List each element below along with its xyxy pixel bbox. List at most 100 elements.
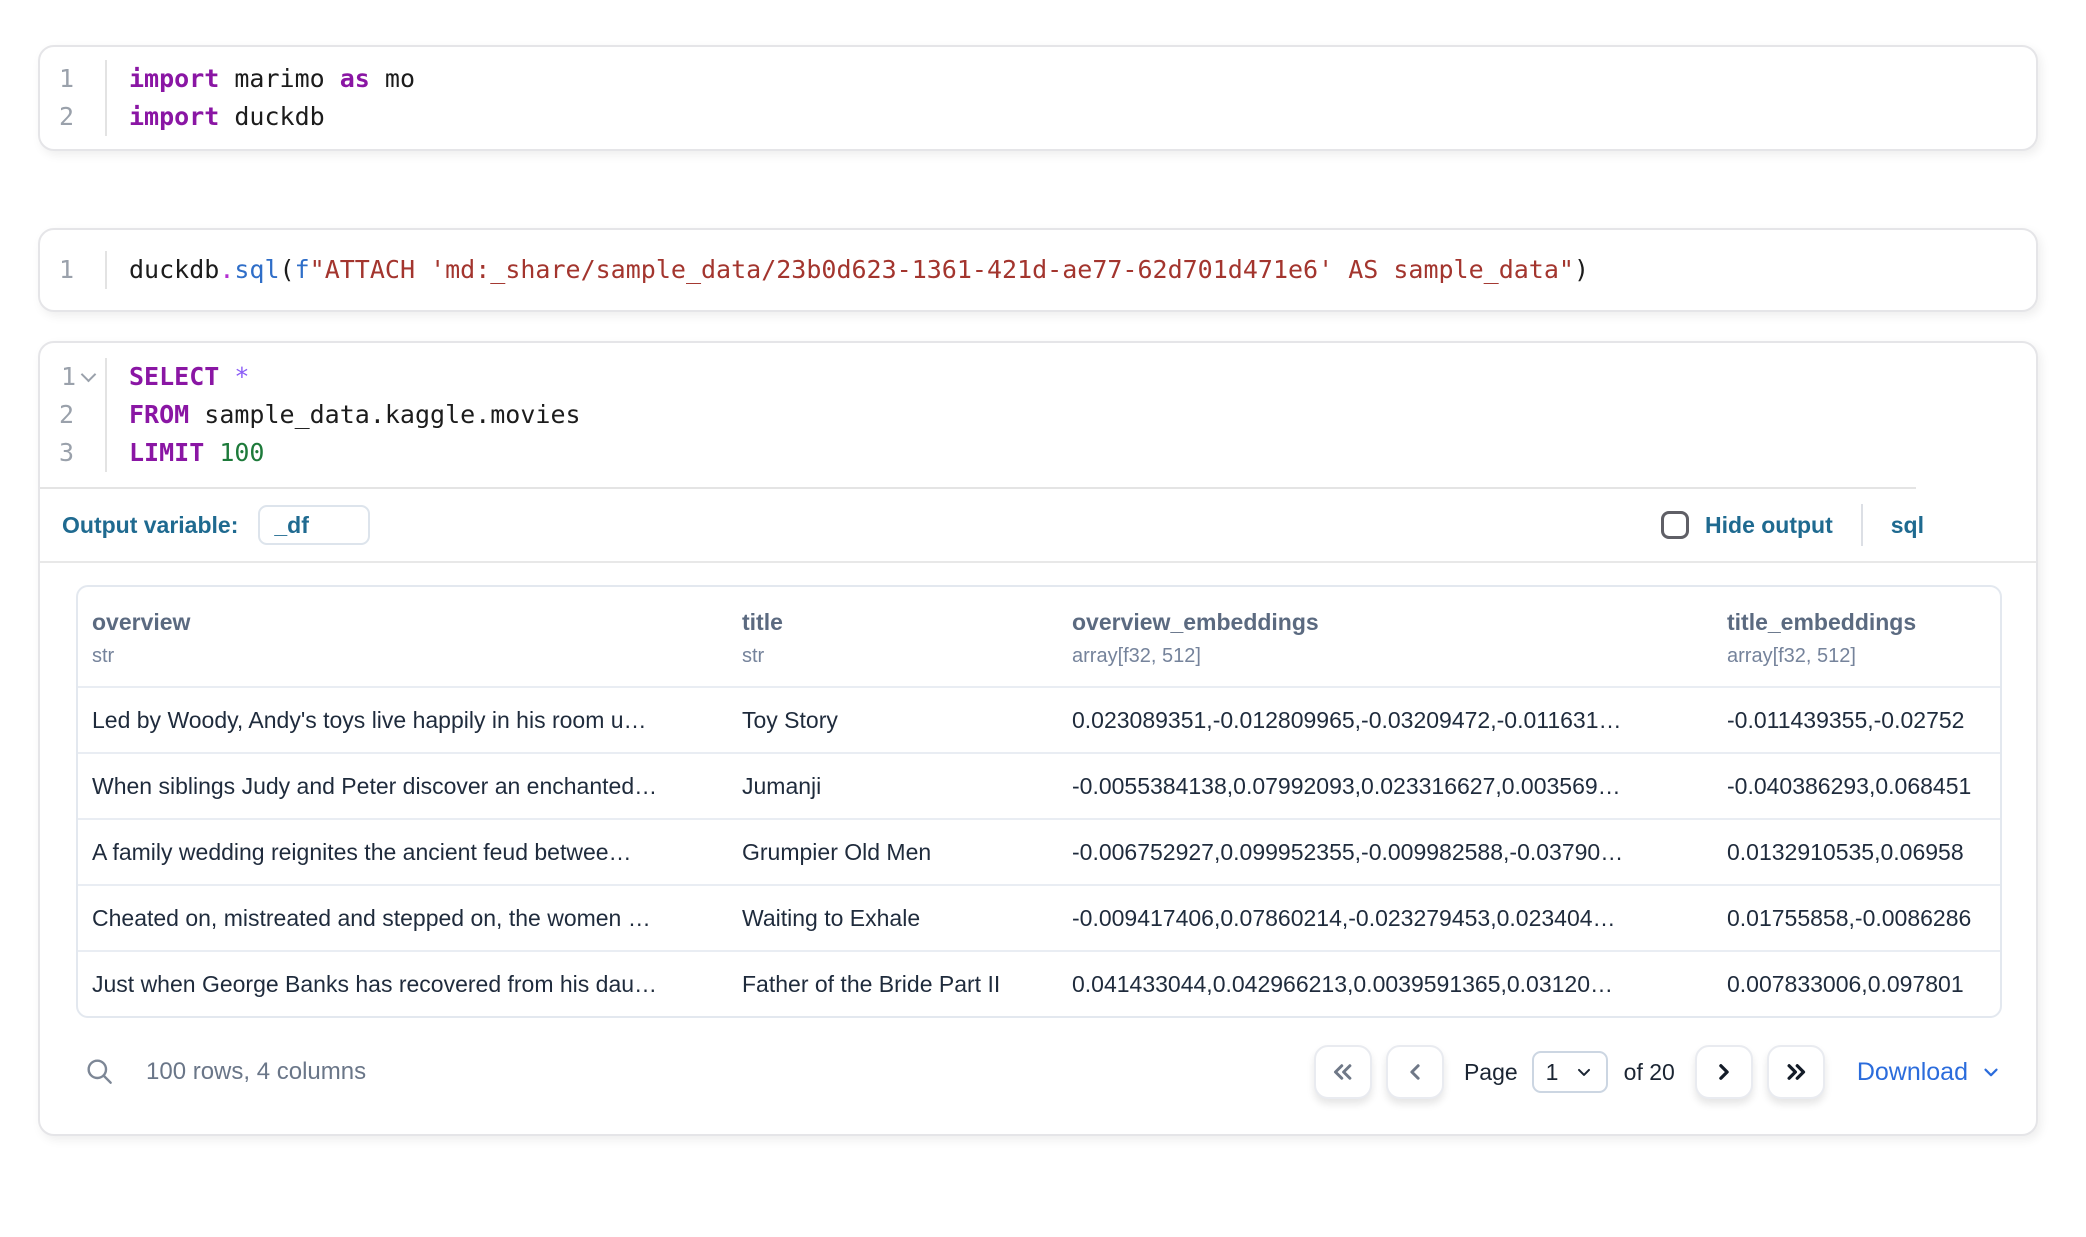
code-token-num: 100 <box>219 438 264 467</box>
code-text: SELECT * <box>107 358 249 396</box>
line-number: 2 <box>59 98 74 136</box>
page-total-label: of 20 <box>1624 1059 1675 1086</box>
code-text: import duckdb <box>107 98 325 136</box>
next-page-button[interactable] <box>1695 1045 1753 1099</box>
table-cell: Just when George Banks has recovered fro… <box>78 971 728 998</box>
table-footer: 100 rows, 4 columns Page 1 of 20 <box>76 1042 2002 1102</box>
table-cell: Jumanji <box>728 773 1058 800</box>
code-line[interactable]: 2 FROM sample_data.kaggle.movies <box>40 396 2036 434</box>
column-type: array[f32, 512] <box>1072 645 1699 668</box>
code-line[interactable]: 1 SELECT * <box>40 358 2036 396</box>
page-number-select[interactable]: 1 <box>1532 1051 1608 1093</box>
page-number-value: 1 <box>1546 1059 1559 1086</box>
code-editor-attach[interactable]: 1duckdb.sql(f"ATTACH 'md:_share/sample_d… <box>40 251 2036 289</box>
output-variable-input[interactable]: _df <box>258 505 370 545</box>
column-name: title <box>742 609 1044 636</box>
code-token-kw: import <box>129 102 219 131</box>
hide-output-label[interactable]: Hide output <box>1705 512 1833 539</box>
first-page-button[interactable] <box>1314 1045 1372 1099</box>
code-token-dot: . <box>219 255 234 284</box>
toolbar-divider <box>1861 504 1863 546</box>
code-text: LIMIT 100 <box>107 434 264 472</box>
language-badge[interactable]: sql <box>1891 512 1924 539</box>
code-token-fn: f <box>295 255 310 284</box>
line-number-gutter: 1 <box>40 251 107 289</box>
column-type: array[f32, 512] <box>1727 645 1986 668</box>
table-cell: Grumpier Old Men <box>728 839 1058 866</box>
table-row[interactable]: Cheated on, mistreated and stepped on, t… <box>78 884 2000 950</box>
chevrons-left-icon <box>1328 1057 1358 1087</box>
table-cell: Toy Story <box>728 707 1058 734</box>
output-variable-label: Output variable: <box>62 512 238 539</box>
column-type: str <box>742 645 1044 668</box>
code-token-kw: SELECT <box>129 362 219 391</box>
code-token-kw: FROM <box>129 400 189 429</box>
code-editor-imports[interactable]: 1 import marimo as mo 2 import duckdb <box>40 60 2036 136</box>
code-token-pl: sample_data.kaggle.movies <box>189 400 580 429</box>
last-page-button[interactable] <box>1767 1045 1825 1099</box>
code-line[interactable]: 1 import marimo as mo <box>40 60 2036 98</box>
code-token-str: "ATTACH 'md:_share/sample_data/23b0d623-… <box>310 255 1574 284</box>
line-number: 1 <box>61 358 76 396</box>
fold-chevron-down-icon[interactable] <box>81 367 97 383</box>
line-number: 2 <box>59 396 74 434</box>
table-row[interactable]: Led by Woody, Andy's toys live happily i… <box>78 686 2000 752</box>
line-number: 3 <box>59 434 74 472</box>
code-token-kw: import <box>129 64 219 93</box>
code-token-pl: duckdb <box>129 255 219 284</box>
table-cell: When siblings Judy and Peter discover an… <box>78 773 728 800</box>
code-line[interactable]: 2 import duckdb <box>40 98 2036 136</box>
code-text: import marimo as mo <box>107 60 415 98</box>
column-header-overview_embeddings[interactable]: overview_embeddings array[f32, 512] <box>1058 609 1713 668</box>
download-label: Download <box>1857 1058 1968 1087</box>
column-header-overview[interactable]: overview str <box>78 609 728 668</box>
table-row[interactable]: Just when George Banks has recovered fro… <box>78 950 2000 1016</box>
page-label: Page <box>1464 1059 1518 1086</box>
code-line[interactable]: 3 LIMIT 100 <box>40 434 2036 472</box>
column-header-title[interactable]: title str <box>728 609 1058 668</box>
column-name: overview_embeddings <box>1072 609 1699 636</box>
chevron-down-icon <box>1574 1062 1594 1082</box>
code-token-pl: duckdb <box>219 102 324 131</box>
python-attach-cell[interactable]: 1duckdb.sql(f"ATTACH 'md:_share/sample_d… <box>38 228 2038 312</box>
sql-query-cell[interactable]: 1 SELECT * 2 FROM sample_data.kaggle.movies… <box>38 341 2038 1136</box>
table-cell: 0.007833006,0.097801 <box>1713 971 2000 998</box>
table-cell: Cheated on, mistreated and stepped on, t… <box>78 905 728 932</box>
hide-output-checkbox[interactable] <box>1661 511 1689 539</box>
column-name: title_embeddings <box>1727 609 1986 636</box>
code-token-op: * <box>234 362 249 391</box>
result-table: overview str title str overview_embeddingsar… <box>76 585 2002 1018</box>
table-cell: A family wedding reignites the ancient f… <box>78 839 728 866</box>
row-count-summary: 100 rows, 4 columns <box>146 1058 366 1086</box>
code-token-pl: ) <box>1574 255 1589 284</box>
line-number-gutter: 3 <box>40 434 107 472</box>
column-header-title_embeddings[interactable]: title_embeddings array[f32, 512] <box>1713 609 2000 668</box>
code-token-pl: mo <box>370 64 415 93</box>
code-token-pl <box>204 438 219 467</box>
code-token-kw: as <box>340 64 370 93</box>
toolbar-output-divider <box>40 561 2036 563</box>
table-cell: -0.011439355,-0.02752 <box>1713 707 2000 734</box>
line-number-gutter: 2 <box>40 98 107 136</box>
download-button[interactable]: Download <box>1857 1058 2002 1087</box>
code-editor-sql[interactable]: 1 SELECT * 2 FROM sample_data.kaggle.movies… <box>40 343 2036 487</box>
code-line[interactable]: 1duckdb.sql(f"ATTACH 'md:_share/sample_d… <box>40 251 2036 289</box>
line-number-gutter: 1 <box>40 60 107 98</box>
sql-cell-toolbar: Output variable: _df Hide output sql <box>40 489 2036 561</box>
table-body: Led by Woody, Andy's toys live happily i… <box>78 686 2000 1016</box>
table-cell: Father of the Bride Part II <box>728 971 1058 998</box>
column-name: overview <box>92 609 714 636</box>
table-row[interactable]: A family wedding reignites the ancient f… <box>78 818 2000 884</box>
line-number: 1 <box>59 60 74 98</box>
search-icon[interactable] <box>84 1056 116 1088</box>
table-row[interactable]: When siblings Judy and Peter discover an… <box>78 752 2000 818</box>
python-import-cell[interactable]: 1 import marimo as mo 2 import duckdb <box>38 45 2038 151</box>
code-text: duckdb.sql(f"ATTACH 'md:_share/sample_da… <box>107 251 1589 289</box>
previous-page-button[interactable] <box>1386 1045 1444 1099</box>
column-type: str <box>92 645 714 668</box>
line-number-gutter: 2 <box>40 396 107 434</box>
table-cell: 0.0132910535,0.06958 <box>1713 839 2000 866</box>
chevrons-right-icon <box>1781 1057 1811 1087</box>
code-token-pl: ( <box>280 255 295 284</box>
code-token-kw: LIMIT <box>129 438 204 467</box>
